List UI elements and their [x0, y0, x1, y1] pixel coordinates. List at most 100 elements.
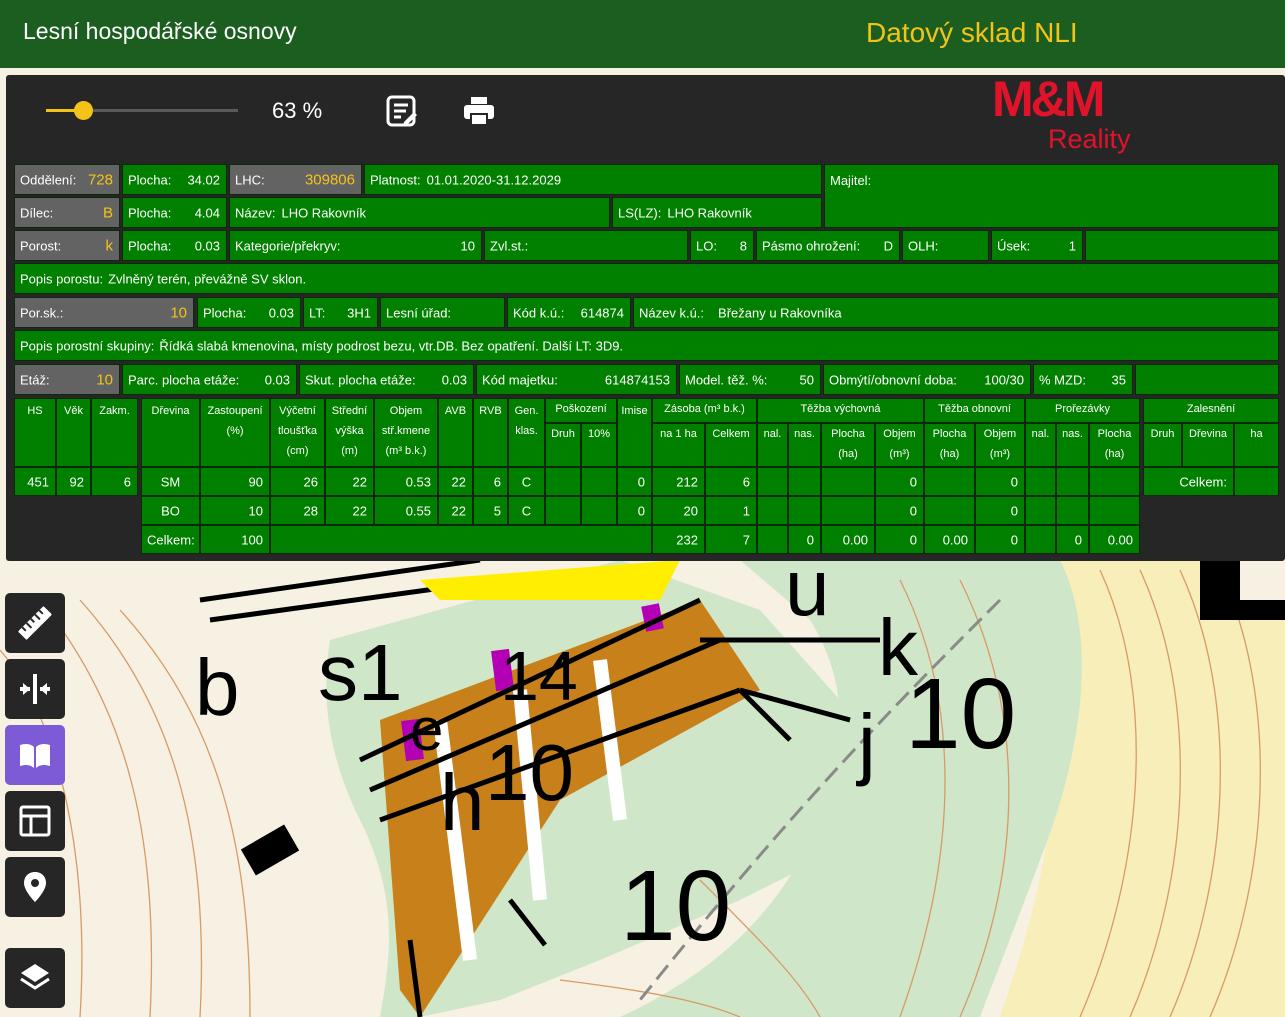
- layout-icon: [19, 805, 51, 837]
- total-toobj: 0: [975, 525, 1025, 554]
- total-tvobj: 0: [875, 525, 924, 554]
- print-icon[interactable]: [462, 94, 496, 128]
- lo-cell: LO: 8: [690, 230, 754, 261]
- hs-header: HS: [14, 398, 56, 467]
- table-row-sm-vys: 22: [325, 467, 374, 496]
- total-propl: 0.00: [1089, 525, 1140, 554]
- table-row-bo-tvnal: [757, 496, 788, 525]
- tv-nas-header: nas.: [788, 423, 821, 467]
- total-tvnas: 0: [788, 525, 821, 554]
- top-bar: Lesní hospodářské osnovy Datový sklad NL…: [0, 0, 1285, 68]
- table-row-bo-drevina: BO: [141, 496, 200, 525]
- table-row-bo-toobj: 0: [975, 496, 1025, 525]
- notes-icon[interactable]: [384, 94, 418, 128]
- drevina-header: Dřevina: [141, 398, 200, 467]
- measure-button[interactable]: [5, 593, 65, 653]
- map-label-b: b: [195, 643, 240, 732]
- table-row-sm-tvnas: [788, 467, 821, 496]
- model-tez-cell: Model. těž. %: 50: [679, 364, 821, 395]
- objem-header: Objem stř.kmene (m³ b.k.): [374, 398, 438, 467]
- pasmo-cell: Pásmo ohrožení: D: [756, 230, 900, 261]
- table-row-sm-p10: [581, 467, 617, 496]
- zoom-value: 63 %: [272, 98, 323, 123]
- zal-druh-header: Druh: [1143, 423, 1182, 467]
- popis-porostu-cell: Popis porostu: Zvlněný terén, převážně SV…: [14, 263, 1279, 294]
- zakm-header: Zakm.: [91, 398, 138, 467]
- zasoba-header: Zásoba (m³ b.k.): [652, 398, 757, 423]
- table-row-bo-zast: 10: [200, 496, 270, 525]
- layout-button[interactable]: [5, 791, 65, 851]
- table-row-sm-tl: 26: [270, 467, 325, 496]
- map-label-14: 14: [500, 637, 578, 715]
- table-row-bo-tvpl: [821, 496, 875, 525]
- map-label-10-b: 10: [620, 850, 731, 962]
- table-row-sm-obj: 0.53: [374, 467, 438, 496]
- table-row-sm-druh: [545, 467, 581, 496]
- total-zast: 100: [200, 525, 270, 554]
- skut-plocha-cell: Skut. plocha etáže: 0.03: [299, 364, 474, 395]
- table-row-bo-vys: 22: [325, 496, 374, 525]
- map-label-10-a: 10: [905, 658, 1016, 770]
- app-title: Lesní hospodářské osnovy: [23, 18, 297, 44]
- split-icon: [20, 674, 50, 704]
- brand-logo: M&M Reality: [992, 74, 1142, 156]
- table-row-sm-topl: [924, 467, 975, 496]
- total-label: Celkem:: [141, 525, 200, 554]
- druh-header: Druh: [545, 423, 581, 467]
- dilec-cell: Dílec: B: [14, 197, 120, 228]
- legend-button[interactable]: [5, 725, 65, 785]
- to-plocha-header: Plocha (ha): [924, 423, 975, 467]
- table-row-bo-ha: 20: [652, 496, 705, 525]
- app-subtitle: Datový sklad NLI: [866, 17, 1078, 48]
- tezba-vychovna-header: Těžba výchovná: [757, 398, 924, 423]
- p10-header: 10%: [581, 423, 617, 467]
- oddeleni-plocha-cell: Plocha: 34.02: [122, 164, 227, 195]
- table-row-sm-ha: 212: [652, 467, 705, 496]
- table-row-sm-tvobj: 0: [875, 467, 924, 496]
- avb-header: AVB: [438, 398, 473, 467]
- nazev-ku-cell: Název k.ú.: Břežany u Rakovníka: [633, 297, 1279, 328]
- layers-button[interactable]: [5, 948, 65, 1008]
- table-row-bo-topl: [924, 496, 975, 525]
- na1ha-header: na 1 ha: [652, 423, 705, 467]
- table-row-sm-rvb: 6: [473, 467, 508, 496]
- compare-button[interactable]: [5, 659, 65, 719]
- lesni-urad-cell: Lesní úřad:: [380, 297, 505, 328]
- oddeleni-cell: Oddělení: 728: [14, 164, 120, 195]
- map-label-10-c: 10: [485, 728, 574, 817]
- map-label-s1: s1: [318, 628, 403, 717]
- table-row-bo-druh: [545, 496, 581, 525]
- table-row-sm-drevina: SM: [141, 467, 200, 496]
- table-row-sm-zast: 90: [200, 467, 270, 496]
- total-tvnal: [757, 525, 788, 554]
- table-row-sm-cel: 6: [705, 467, 757, 496]
- table-row-bo-cel: 1: [705, 496, 757, 525]
- table-row-bo-tvobj: 0: [875, 496, 924, 525]
- pro-nas-header: nas.: [1056, 423, 1089, 467]
- vek-value: 92: [56, 467, 91, 496]
- total-tvpl: 0.00: [821, 525, 875, 554]
- table-row-bo-rvb: 5: [473, 496, 508, 525]
- porsk-cell: Por.sk.: 10: [14, 297, 194, 328]
- zal-total-label: Celkem:: [1143, 467, 1234, 496]
- total-pronas: 0: [1056, 525, 1089, 554]
- table-row-sm-gen: C: [508, 467, 545, 496]
- kod-majetku-cell: Kód majetku: 614874153: [476, 364, 677, 395]
- table-row-sm-tvpl: [821, 467, 875, 496]
- total-topl: 0.00: [924, 525, 975, 554]
- map-label-j: j: [856, 698, 876, 787]
- porost-cell: Porost: k: [14, 230, 120, 261]
- porost-plocha-cell: Plocha: 0.03: [122, 230, 227, 261]
- table-row-bo-tl: 28: [270, 496, 325, 525]
- map-label-e: e: [410, 696, 443, 763]
- to-objem-header: Objem (m³): [975, 423, 1025, 467]
- table-row-bo-imise: 0: [617, 496, 652, 525]
- vek-header: Věk: [56, 398, 91, 467]
- majitel-cell: Majitel:: [824, 164, 1279, 228]
- location-button[interactable]: [5, 857, 65, 917]
- table-row-sm-imise: 0: [617, 467, 652, 496]
- zoom-slider-thumb[interactable]: [73, 101, 93, 120]
- parc-plocha-cell: Parc. plocha etáže: 0.03: [122, 364, 297, 395]
- empty-cell-r7: [1135, 364, 1279, 395]
- rvb-header: RVB: [473, 398, 508, 467]
